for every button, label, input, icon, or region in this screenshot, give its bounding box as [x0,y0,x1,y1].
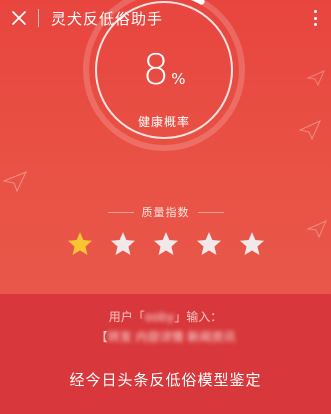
more-button[interactable] [307,10,323,26]
more-dot [313,16,317,20]
health-percentage: 8% [79,45,249,94]
percentage-value: 8 [142,45,170,94]
star-empty-icon [196,232,222,255]
more-dot [313,23,317,26]
user-input-text: 【转发 内容详情 新闻资讯 [0,328,331,345]
quality-index-label: 质量指数 [141,206,190,219]
more-vertical-icon [313,10,317,13]
star-filled-icon [67,232,93,255]
close-button[interactable] [0,0,38,36]
paper-plane-icon [306,70,325,87]
paper-plane-icon [2,171,28,193]
user-prefix: 用户「 [108,310,145,324]
health-probability-label: 健康概率 [137,115,190,129]
close-icon [12,11,26,25]
input-content: 转发 内容详情 新闻资讯 [107,330,236,344]
header-divider [38,9,39,27]
star-empty-icon [110,232,136,255]
user-name: ooby [144,310,175,324]
verdict-text: 经今日头条反低俗模型鉴定 [69,371,262,389]
quality-stars [66,230,266,262]
divider-right [197,211,224,213]
divider-left [107,211,134,213]
user-suffix: 」输入： [174,310,223,324]
percentage-sign: % [171,70,186,88]
quality-index-heading: 质量指数 [0,204,331,220]
health-gauge: 8% 健康概率 [79,0,249,155]
star-empty-icon [239,232,265,255]
star-empty-icon [153,232,179,255]
user-input-header: 用户「ooby」输入： [0,308,331,325]
paper-plane-icon [306,220,327,239]
app-screen: 灵犬反低俗助手 8% 健康概率 质量指数 用户「ooby」输入： 【转发 内容详… [0,0,331,414]
paper-plane-icon [298,120,321,141]
input-open-bracket: 【 [95,330,108,344]
